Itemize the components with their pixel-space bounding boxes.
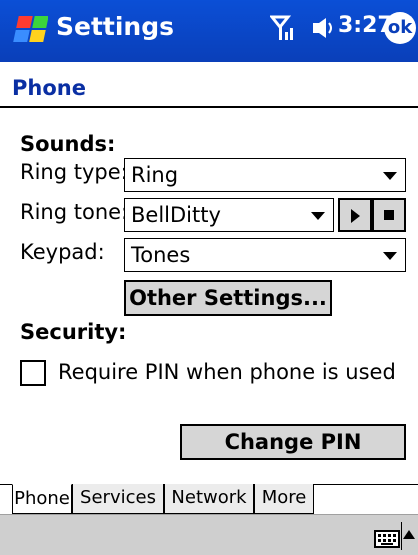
play-button[interactable]	[338, 198, 372, 232]
stop-button[interactable]	[372, 198, 406, 232]
keypad-value: Tones	[131, 243, 191, 267]
keyboard-icon[interactable]	[374, 530, 400, 548]
app-title: Settings	[56, 12, 175, 41]
change-pin-button[interactable]: Change PIN	[180, 424, 406, 460]
page-title: Phone	[12, 76, 86, 100]
keypad-dropdown[interactable]: Tones	[124, 238, 406, 272]
ring-type-value: Ring	[131, 163, 179, 187]
input-menu-arrow-icon[interactable]	[403, 530, 415, 539]
windows-flag-icon[interactable]	[4, 10, 48, 50]
chevron-down-icon	[383, 172, 397, 180]
signal-icon[interactable]	[270, 14, 296, 42]
require-pin-checkbox[interactable]	[20, 360, 46, 386]
keypad-label: Keypad:	[20, 240, 105, 264]
require-pin-label[interactable]: Require PIN when phone is used	[58, 360, 396, 384]
tab-phone[interactable]: Phone	[12, 484, 72, 514]
ring-tone-value: BellDitty	[131, 203, 221, 227]
stop-icon	[384, 210, 394, 220]
ring-tone-dropdown[interactable]: BellDitty	[124, 198, 334, 232]
security-heading: Security:	[20, 320, 127, 344]
ring-tone-label: Ring tone:	[20, 200, 129, 224]
ring-type-label: Ring type:	[20, 160, 128, 184]
chevron-down-icon	[311, 212, 325, 220]
bottom-menu-bar	[0, 514, 418, 555]
tab-services[interactable]: Services	[72, 484, 164, 514]
tab-more[interactable]: More	[254, 484, 314, 514]
sounds-heading: Sounds:	[20, 132, 116, 156]
play-icon	[351, 209, 360, 223]
other-settings-button[interactable]: Other Settings...	[124, 280, 332, 316]
ok-button[interactable]: ok	[384, 12, 416, 44]
chevron-down-icon	[383, 252, 397, 260]
volume-icon[interactable]	[307, 14, 335, 42]
header-divider	[0, 106, 418, 108]
input-separator	[401, 522, 402, 550]
tab-network[interactable]: Network	[164, 484, 254, 514]
title-bar: Settings 3:27 ok	[0, 0, 418, 62]
ring-type-dropdown[interactable]: Ring	[124, 158, 406, 192]
